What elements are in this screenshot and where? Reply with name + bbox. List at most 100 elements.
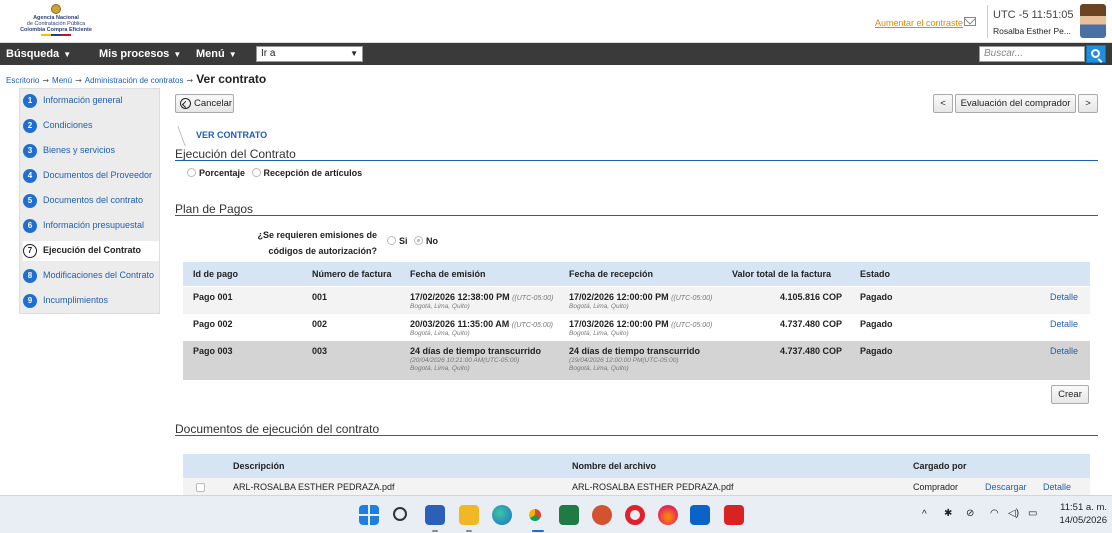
agency-logo[interactable]: Agencia Nacional de Contratación Pública… xyxy=(4,4,108,38)
coat-of-arms-icon xyxy=(51,4,61,14)
table-row[interactable]: ARL-ROSALBA ESTHER PEDRAZA.pdf ARL-ROSAL… xyxy=(183,478,1090,495)
nav-busqueda[interactable]: Búsqueda ▼ xyxy=(6,48,71,60)
step-informacion-general[interactable]: 1 Información general xyxy=(23,91,159,111)
detail-link[interactable]: Detalle xyxy=(1050,346,1078,356)
issue-date: 17/02/2026 12:38:00 PM ((UTC-05:00) Bogot… xyxy=(410,292,553,310)
powerpoint-icon[interactable] xyxy=(592,505,612,525)
reception-date-tz: ((UTC-05:00) xyxy=(671,322,713,329)
step-incumplimientos[interactable]: 9 Incumplimientos xyxy=(23,291,159,311)
breadcrumb: Escritorio ➞ Menú ➞ Administración de contra… xyxy=(6,72,266,86)
radio-si[interactable] xyxy=(387,236,396,245)
documentos-section-title: Documentos de ejecución del contrato xyxy=(175,422,380,436)
step-modificaciones-contrato[interactable]: 8 Modificaciones del Contrato xyxy=(23,266,159,286)
step-documentos-contrato[interactable]: 5 Documentos del contrato xyxy=(23,191,159,211)
mail-icon[interactable] xyxy=(964,17,976,26)
server-time: UTC -5 11:51:05 xyxy=(993,9,1074,21)
column-header: Fecha de recepción xyxy=(569,269,654,279)
detail-link[interactable]: Detalle xyxy=(1050,292,1078,302)
search-button[interactable] xyxy=(1086,45,1106,63)
column-header: Cargado por xyxy=(913,461,967,471)
next-button[interactable]: > xyxy=(1078,94,1098,113)
execution-type-radio-group: Porcentaje Recepción de artículos xyxy=(187,168,366,178)
invoice-total: 4.105.816 COP xyxy=(779,292,842,302)
opera-icon[interactable] xyxy=(625,505,645,525)
document-uploaded-by: Comprador xyxy=(913,482,959,492)
outlook-icon[interactable] xyxy=(690,505,710,525)
step-condiciones[interactable]: 2 Condiciones xyxy=(23,116,159,136)
issue-date: 20/03/2026 11:35:00 AM ((UTC-05:00) Bogot… xyxy=(410,319,553,337)
radio-porcentaje[interactable] xyxy=(187,168,196,177)
nav-mis-procesos[interactable]: Mis procesos ▼ xyxy=(99,48,181,60)
step-bienes-servicios[interactable]: 3 Bienes y servicios xyxy=(23,141,159,161)
detail-link[interactable]: Detalle xyxy=(1050,319,1078,329)
reception-date-location: Bogotá, Lima, Quito) xyxy=(569,365,629,372)
step-label: Bienes y servicios xyxy=(43,145,116,155)
nav-busqueda-label: Búsqueda xyxy=(6,48,60,60)
cancel-button[interactable]: Cancelar xyxy=(175,94,234,113)
bluetooth-icon[interactable]: ✱ xyxy=(944,508,952,519)
table-header: Descripción Nombre del archivo Cargado p… xyxy=(183,454,1090,478)
radio-recepcion-articulos[interactable] xyxy=(251,168,261,177)
breadcrumb-escritorio[interactable]: Escritorio xyxy=(6,76,39,85)
word-icon[interactable] xyxy=(425,505,445,525)
increase-contrast-link[interactable]: Aumentar el contraste xyxy=(875,18,963,28)
search-icon[interactable] xyxy=(393,507,407,521)
invoice-number: 003 xyxy=(312,346,328,356)
global-search-input[interactable]: Buscar... xyxy=(979,46,1085,62)
search-icon xyxy=(1091,49,1100,58)
caret-down-icon: ▼ xyxy=(350,49,358,58)
acrobat-icon[interactable] xyxy=(724,505,744,525)
table-row[interactable]: Pago 001 001 17/02/2026 12:38:00 PM ((UT… xyxy=(183,287,1090,314)
crear-button[interactable]: Crear xyxy=(1051,385,1089,404)
issue-date-tz: ((UTC-05:00) xyxy=(511,322,553,329)
edge-icon[interactable] xyxy=(492,505,512,525)
table-header: Id de pago Número de factura Fecha de em… xyxy=(183,262,1090,286)
nav-menu[interactable]: Menú ▼ xyxy=(196,48,237,60)
table-row[interactable]: Pago 002 002 20/03/2026 11:35:00 AM ((UT… xyxy=(183,314,1090,341)
row-checkbox[interactable] xyxy=(196,483,205,492)
chevron-up-icon[interactable]: ^ xyxy=(922,509,927,520)
payment-status: Pagado xyxy=(860,319,893,329)
taskbar-clock[interactable]: 11:51 a. m. 14/05/2026 xyxy=(1055,501,1107,527)
step-label: Modificaciones del Contrato xyxy=(43,270,155,280)
detail-link[interactable]: Detalle xyxy=(1043,482,1071,492)
user-avatar[interactable] xyxy=(1080,4,1106,38)
evaluacion-comprador-button[interactable]: Evaluación del comprador xyxy=(955,94,1076,113)
top-header: Agencia Nacional de Contratación Pública… xyxy=(0,0,1112,43)
table-row[interactable]: Pago 003 003 24 días de tiempo transcurr… xyxy=(183,341,1090,380)
volume-icon[interactable]: ◁) xyxy=(1008,508,1019,519)
column-header: Descripción xyxy=(233,461,285,471)
tab-chevron xyxy=(168,126,186,146)
payment-id: Pago 003 xyxy=(193,346,233,356)
network-icon[interactable]: ⊘ xyxy=(966,508,974,519)
breadcrumb-admin-contratos[interactable]: Administración de contratos xyxy=(85,76,184,85)
battery-icon[interactable]: ▭ xyxy=(1028,508,1037,519)
reception-date-value: 24 días de tiempo transcurrido xyxy=(569,346,701,356)
caret-down-icon: ▼ xyxy=(63,50,72,59)
step-informacion-presupuestal[interactable]: 6 Información presupuestal xyxy=(23,216,159,236)
reception-date: 17/03/2026 12:00:00 PM ((UTC-05:00) Bogot… xyxy=(569,319,712,337)
wifi-icon[interactable]: ◠ xyxy=(990,508,999,519)
file-explorer-icon[interactable] xyxy=(459,505,479,525)
reception-date: 17/02/2026 12:00:00 PM ((UTC-05:00) Bogot… xyxy=(569,292,712,310)
chrome-icon[interactable] xyxy=(525,505,545,525)
radio-no[interactable] xyxy=(414,236,424,245)
cancel-button-label: Cancelar xyxy=(194,98,233,109)
ejecucion-section-title: Ejecución del Contrato xyxy=(175,147,296,161)
user-name[interactable]: Rosalba Esther Pe... xyxy=(993,26,1071,36)
firefox-icon[interactable] xyxy=(658,505,678,525)
step-documentos-proveedor[interactable]: 4 Documentos del Proveedor xyxy=(23,166,159,186)
download-link[interactable]: Descargar xyxy=(985,482,1027,492)
step-ejecucion-contrato[interactable]: 7 Ejecución del Contrato xyxy=(23,241,159,261)
step-number: 8 xyxy=(23,269,37,283)
windows-start-icon[interactable] xyxy=(359,505,379,525)
step-number: 5 xyxy=(23,194,37,208)
breadcrumb-menu[interactable]: Menú xyxy=(52,76,72,85)
previous-button[interactable]: < xyxy=(933,94,953,113)
document-description: ARL-ROSALBA ESTHER PEDRAZA.pdf xyxy=(233,482,395,492)
section-divider xyxy=(175,215,1098,216)
ira-select-value: Ir a xyxy=(261,48,276,59)
excel-icon[interactable] xyxy=(559,505,579,525)
ira-select[interactable]: Ir a ▼ xyxy=(256,46,363,62)
tab-ver-contrato[interactable]: VER CONTRATO xyxy=(196,130,267,140)
